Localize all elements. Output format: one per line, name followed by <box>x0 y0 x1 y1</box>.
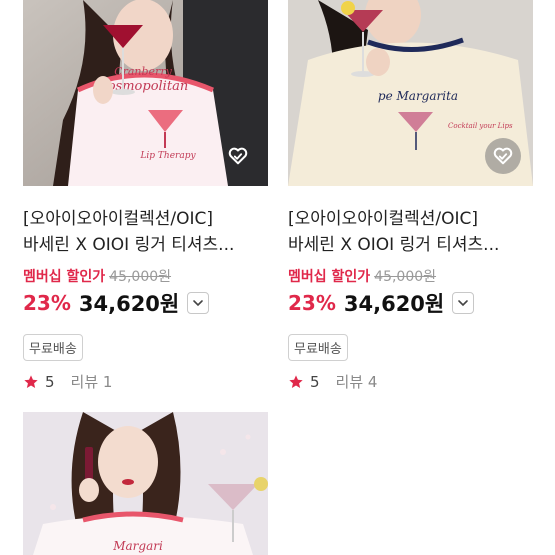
product-title-line1: [오아이오아이컬렉션/OIC] <box>23 209 214 229</box>
product-title-line1: [오아이오아이컬렉션/OIC] <box>288 209 479 229</box>
original-price: 45,000원 <box>109 269 172 285</box>
chevron-down-icon <box>458 300 469 307</box>
discount-rate: 23% <box>288 291 336 315</box>
membership-label: 멤버십 할인가 <box>288 269 371 285</box>
product-image[interactable]: Margari <box>23 412 268 555</box>
shirt-print-text: pe Margarita <box>378 89 458 103</box>
sale-price: 34,620원 <box>343 292 445 316</box>
shirt-print-text: Margari <box>112 539 163 553</box>
price-detail-toggle[interactable] <box>187 292 210 314</box>
review-count: 리뷰 4 <box>335 373 378 391</box>
rating-value: 5 <box>310 372 320 391</box>
sale-price: 34,620원 <box>78 292 180 316</box>
original-price: 45,000원 <box>374 269 437 285</box>
free-shipping-badge: 무료배송 <box>288 334 348 361</box>
product-title[interactable]: [오아이오아이컬렉션/OIC] 바세린 X OIOI 링거 티셔츠... <box>23 206 268 258</box>
svg-text:Cocktail your Lips: Cocktail your Lips <box>448 122 513 130</box>
membership-label: 멤버십 할인가 <box>23 269 106 285</box>
product-card[interactable]: Margari <box>23 412 268 555</box>
product-card[interactable]: pe Margarita Cocktail your Lips [오아이오아이컬… <box>288 0 533 392</box>
discount-rate: 23% <box>23 291 71 315</box>
product-image[interactable]: pe Margarita Cocktail your Lips <box>288 0 533 186</box>
svg-text:Lip Therapy: Lip Therapy <box>139 151 196 161</box>
product-photo: Margari <box>23 412 268 555</box>
free-shipping-badge: 무료배송 <box>23 334 83 361</box>
product-card[interactable]: Cranberry Cosmopolitan Lip Therapy [오아이오… <box>23 0 268 392</box>
product-image[interactable]: Cranberry Cosmopolitan Lip Therapy <box>23 0 268 186</box>
chevron-down-icon <box>193 300 204 307</box>
membership-price-row: 멤버십 할인가 45,000원 <box>288 266 533 286</box>
rating-row: 5 리뷰 4 <box>288 371 533 392</box>
product-title-line2: 바세린 X OIOI 링거 티셔츠... <box>288 235 500 255</box>
like-button[interactable] <box>485 138 521 174</box>
price-detail-toggle[interactable] <box>452 292 475 314</box>
rating-value: 5 <box>45 372 55 391</box>
star-icon <box>24 374 38 388</box>
membership-price-row: 멤버십 할인가 45,000원 <box>23 266 268 286</box>
heart-outline-icon <box>228 147 248 165</box>
like-button[interactable] <box>220 138 256 174</box>
review-count: 리뷰 1 <box>70 373 113 391</box>
price-row: 23% 34,620원 <box>288 288 533 318</box>
heart-outline-icon <box>493 147 513 165</box>
rating-row: 5 리뷰 1 <box>23 371 268 392</box>
price-row: 23% 34,620원 <box>23 288 268 318</box>
star-icon <box>289 374 303 388</box>
product-title-line2: 바세린 X OIOI 링거 티셔츠... <box>23 235 235 255</box>
product-title[interactable]: [오아이오아이컬렉션/OIC] 바세린 X OIOI 링거 티셔츠... <box>288 206 533 258</box>
